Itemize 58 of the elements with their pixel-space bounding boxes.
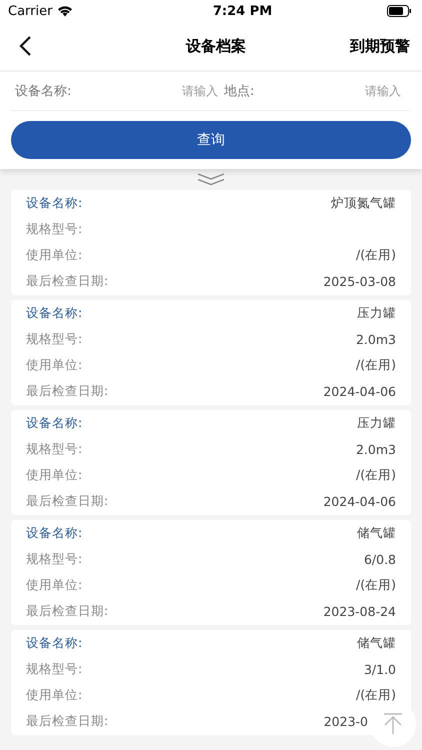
field-label: 地点:: [224, 83, 254, 100]
carrier-label: Carrier: [8, 4, 52, 18]
field-value: /(在用): [356, 466, 396, 484]
field-value: 储气罐: [357, 634, 396, 652]
field-label: 设备名称:: [26, 194, 82, 212]
field-label: 规格型号:: [26, 660, 82, 678]
field-value: /(在用): [356, 246, 396, 264]
equipment-card[interactable]: 设备名称: 储气罐 规格型号: 6/0.8 使用单位: /(在用) 最后检查日期: 2023-08-24: [11, 520, 411, 625]
field-label: 设备名称:: [26, 524, 82, 542]
field-value: 2025-03-08: [323, 274, 396, 288]
field-value: /(在用): [356, 686, 396, 704]
equipment-card[interactable]: 设备名称: 炉顶氮气罐 规格型号: 使用单位: /(在用) 最后检查日期: 2025-03-08: [11, 190, 411, 295]
field-value: 炉顶氮气罐: [331, 194, 396, 212]
field-value: 2.0m3: [356, 442, 396, 456]
field-value: 3/1.0: [364, 662, 396, 676]
field-label: 规格型号:: [26, 440, 82, 458]
status-time: 7:24 PM: [212, 4, 272, 18]
field-value: 2023-08-24: [323, 604, 396, 618]
wifi-icon: [57, 5, 74, 17]
field-value: 6/0.8: [364, 552, 396, 566]
field-label: 最后检查日期:: [26, 602, 108, 620]
equipment-card[interactable]: 设备名称: 压力罐 规格型号: 2.0m3 使用单位: /(在用) 最后检查日期: 2024-04-06: [11, 410, 411, 515]
expand-chevron-icon[interactable]: [197, 173, 225, 186]
field-label: 最后检查日期:: [26, 712, 108, 730]
field-label: 规格型号:: [26, 330, 82, 348]
field-label: 使用单位:: [26, 246, 82, 264]
field-value: 2023-0: [324, 714, 368, 728]
field-label: 设备名称:: [15, 83, 72, 100]
field-label: 使用单位:: [26, 356, 82, 374]
input-field[interactable]: 请输入: [71, 84, 224, 98]
field-label: 最后检查日期:: [26, 382, 108, 400]
field-label: 规格型号:: [26, 550, 82, 568]
field-label: 设备名称:: [26, 304, 82, 322]
equipment-card[interactable]: 设备名称: 储气罐 规格型号: 3/1.0 使用单位: /(在用) 最后检查日期: 2023-0: [11, 630, 411, 735]
field-value: /(在用): [356, 576, 396, 594]
equipment-card[interactable]: 设备名称: 压力罐 规格型号: 2.0m3 使用单位: /(在用) 最后检查日期: 2024-04-06: [11, 300, 411, 405]
expiry-warning-link[interactable]: 到期预警: [350, 36, 410, 56]
input-field[interactable]: 请输入: [254, 84, 407, 98]
field-label: 规格型号:: [26, 220, 82, 238]
field-label: 设备名称:: [26, 414, 82, 432]
field-value: 2024-04-06: [323, 384, 396, 398]
arrow-up-icon: [383, 713, 403, 735]
field-label: 最后检查日期:: [26, 492, 108, 510]
field-label: 设备名称:: [26, 634, 82, 652]
field-label: 使用单位:: [26, 466, 82, 484]
back-icon[interactable]: [18, 35, 32, 57]
field-value: 压力罐: [357, 304, 396, 322]
field-value: /(在用): [356, 356, 396, 374]
battery-icon: [386, 5, 412, 17]
page-title: 设备档案: [186, 36, 246, 56]
field-label: 最后检查日期:: [26, 272, 108, 290]
field-value: 储气罐: [357, 524, 396, 542]
field-value: 2024-04-06: [323, 494, 396, 508]
field-value: 压力罐: [357, 414, 396, 432]
field-value: 2.0m3: [356, 332, 396, 346]
field-label: 使用单位:: [26, 686, 82, 704]
field-label: 使用单位:: [26, 576, 82, 594]
query-button[interactable]: 查询: [11, 121, 411, 159]
